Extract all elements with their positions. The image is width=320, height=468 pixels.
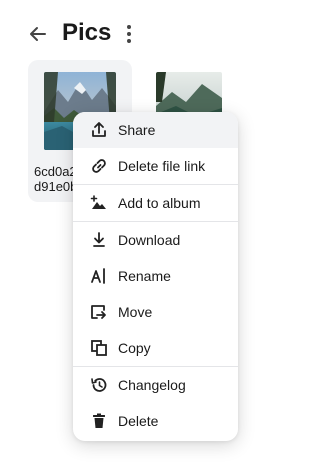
menu-item-copy[interactable]: Copy [73,330,238,366]
context-menu: Share Delete file link Add to album Down… [73,112,238,441]
rename-icon [89,266,109,286]
app-screen: Pics 6cd0a2 d91e0b Share Delete file lin… [0,0,271,468]
menu-item-delete-file-link[interactable]: Delete file link [73,148,238,184]
menu-item-label: Share [118,122,156,138]
more-options-button[interactable] [119,22,139,46]
file-name-line-2: d91e0b [34,179,78,194]
menu-item-label: Move [118,304,153,320]
menu-item-changelog[interactable]: Changelog [73,367,238,403]
menu-item-label: Download [118,232,181,248]
menu-item-label: Changelog [118,377,186,393]
page-title: Pics [62,19,112,46]
download-icon [89,230,109,250]
menu-item-add-to-album[interactable]: Add to album [73,185,238,221]
file-name-line-1: 6cd0a2 [34,164,77,179]
menu-item-label: Copy [118,340,151,356]
menu-item-download[interactable]: Download [73,222,238,258]
menu-item-rename[interactable]: Rename [73,258,238,294]
move-icon [89,302,109,322]
add-to-album-icon [89,193,109,213]
link-icon [89,156,109,176]
share-icon [89,120,109,140]
arrow-left-icon [30,27,46,41]
menu-item-label: Delete file link [118,158,206,174]
menu-item-delete[interactable]: Delete [73,403,238,439]
copy-icon [89,338,109,358]
back-button[interactable] [26,22,50,46]
menu-item-move[interactable]: Move [73,294,238,330]
more-vertical-icon [127,25,131,43]
history-icon [89,375,109,395]
menu-item-share[interactable]: Share [73,112,238,148]
menu-item-label: Delete [118,413,159,429]
menu-item-label: Rename [118,268,171,284]
menu-item-label: Add to album [118,195,201,211]
trash-icon [89,411,109,431]
